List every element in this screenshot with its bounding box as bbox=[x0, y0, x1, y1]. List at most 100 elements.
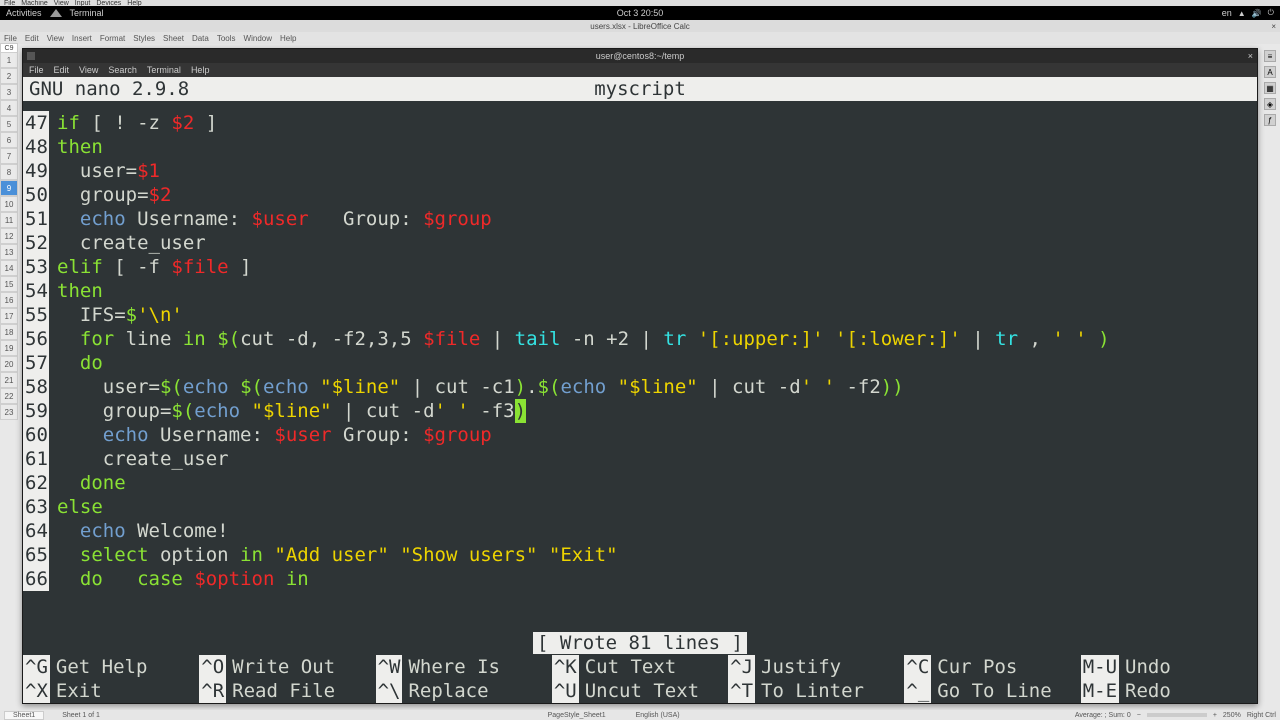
current-app-label[interactable]: Terminal bbox=[70, 8, 104, 18]
activities-button[interactable]: Activities bbox=[6, 8, 42, 18]
nano-help-item[interactable]: ^GGet Help bbox=[23, 655, 199, 679]
libreoffice-menu-bar[interactable]: File Edit View Insert Format Styles Sheet Data T… bbox=[0, 32, 1280, 44]
terminal-menu-item[interactable]: Edit bbox=[54, 65, 70, 75]
code-line[interactable]: 65 select option in "Add user" "Show use… bbox=[23, 543, 1257, 567]
sidebar-navigator-icon[interactable]: ◈ bbox=[1264, 98, 1276, 110]
nano-help-item[interactable]: ^KCut Text bbox=[552, 655, 728, 679]
code-line[interactable]: 51 echo Username: $user Group: $group bbox=[23, 207, 1257, 231]
network-icon[interactable]: ▲ bbox=[1238, 9, 1246, 18]
libreoffice-menu-item[interactable]: View bbox=[47, 34, 64, 43]
code-line[interactable]: 47if [ ! -z $2 ] bbox=[23, 111, 1257, 135]
row-header[interactable]: 9 bbox=[0, 180, 18, 196]
row-header[interactable]: 5 bbox=[0, 116, 18, 132]
libreoffice-menu-item[interactable]: Insert bbox=[72, 34, 92, 43]
sheet-tab[interactable]: Sheet1 bbox=[4, 711, 44, 720]
vm-menu-item[interactable]: Machine bbox=[21, 0, 47, 7]
nano-help-item[interactable]: ^WWhere Is bbox=[376, 655, 552, 679]
libreoffice-menu-item[interactable]: Sheet bbox=[163, 34, 184, 43]
row-header[interactable]: 15 bbox=[0, 276, 18, 292]
window-close-icon[interactable]: × bbox=[1271, 22, 1276, 31]
vm-menu-item[interactable]: File bbox=[4, 0, 15, 7]
clock-label[interactable]: Oct 3 20:50 bbox=[617, 8, 664, 18]
input-lang-indicator[interactable]: en bbox=[1222, 8, 1232, 18]
row-header[interactable]: 16 bbox=[0, 292, 18, 308]
sidebar-functions-icon[interactable]: ƒ bbox=[1264, 114, 1276, 126]
code-line[interactable]: 61 create_user bbox=[23, 447, 1257, 471]
code-line[interactable]: 59 group=$(echo "$line" | cut -d' ' -f3) bbox=[23, 399, 1257, 423]
libreoffice-menu-item[interactable]: Data bbox=[192, 34, 209, 43]
code-line[interactable]: 60 echo Username: $user Group: $group bbox=[23, 423, 1257, 447]
zoom-plus-icon[interactable]: + bbox=[1213, 712, 1217, 719]
row-header[interactable]: 6 bbox=[0, 132, 18, 148]
power-icon[interactable]: ⏻ bbox=[1268, 8, 1274, 18]
nano-help-item[interactable]: ^_Go To Line bbox=[904, 679, 1080, 703]
row-header[interactable]: 19 bbox=[0, 340, 18, 356]
vm-menu-item[interactable]: View bbox=[54, 0, 69, 7]
zoom-minus-icon[interactable]: − bbox=[1137, 712, 1141, 719]
code-line[interactable]: 63else bbox=[23, 495, 1257, 519]
row-header[interactable]: 2 bbox=[0, 68, 18, 84]
libreoffice-menu-item[interactable]: Help bbox=[280, 34, 296, 43]
code-line[interactable]: 48then bbox=[23, 135, 1257, 159]
terminal-close-icon[interactable]: × bbox=[1248, 51, 1253, 61]
libreoffice-menu-item[interactable]: File bbox=[4, 34, 17, 43]
terminal-menu-item[interactable]: Help bbox=[191, 65, 210, 75]
row-header[interactable]: 13 bbox=[0, 244, 18, 260]
zoom-level-label[interactable]: 250% bbox=[1223, 712, 1241, 719]
code-line[interactable]: 57 do bbox=[23, 351, 1257, 375]
nano-help-item[interactable]: M-ERedo bbox=[1081, 679, 1257, 703]
row-header[interactable]: 23 bbox=[0, 404, 18, 420]
nano-help-item[interactable]: ^UUncut Text bbox=[552, 679, 728, 703]
vm-menu-item[interactable]: Input bbox=[75, 0, 91, 7]
nano-help-item[interactable]: ^JJustify bbox=[728, 655, 904, 679]
terminal-menu-item[interactable]: Terminal bbox=[147, 65, 181, 75]
code-line[interactable]: 50 group=$2 bbox=[23, 183, 1257, 207]
row-header[interactable]: 18 bbox=[0, 324, 18, 340]
code-line[interactable]: 58 user=$(echo $(echo "$line" | cut -c1)… bbox=[23, 375, 1257, 399]
row-header[interactable]: 21 bbox=[0, 372, 18, 388]
nano-help-item[interactable]: M-UUndo bbox=[1081, 655, 1257, 679]
libreoffice-menu-item[interactable]: Tools bbox=[217, 34, 236, 43]
code-line[interactable]: 56 for line in $(cut -d, -f2,3,5 $file |… bbox=[23, 327, 1257, 351]
code-line[interactable]: 49 user=$1 bbox=[23, 159, 1257, 183]
row-header[interactable]: 1 bbox=[0, 52, 18, 68]
code-line[interactable]: 55 IFS=$'\n' bbox=[23, 303, 1257, 327]
code-line[interactable]: 52 create_user bbox=[23, 231, 1257, 255]
nano-help-item[interactable]: ^TTo Linter bbox=[728, 679, 904, 703]
vm-menu-item[interactable]: Help bbox=[127, 0, 141, 7]
libreoffice-menu-item[interactable]: Styles bbox=[133, 34, 155, 43]
nano-help-item[interactable]: ^CCur Pos bbox=[904, 655, 1080, 679]
volume-icon[interactable]: 🔊 bbox=[1252, 9, 1262, 18]
libreoffice-menu-item[interactable]: Window bbox=[244, 34, 272, 43]
libreoffice-menu-item[interactable]: Format bbox=[100, 34, 125, 43]
row-header[interactable]: 8 bbox=[0, 164, 18, 180]
row-header[interactable]: 20 bbox=[0, 356, 18, 372]
terminal-title-bar[interactable]: user@centos8:~/temp × bbox=[23, 49, 1257, 63]
nano-help-item[interactable]: ^OWrite Out bbox=[199, 655, 375, 679]
nano-help-item[interactable]: ^\Replace bbox=[376, 679, 552, 703]
row-header[interactable]: 22 bbox=[0, 388, 18, 404]
sidebar-properties-icon[interactable]: ≡ bbox=[1264, 50, 1276, 62]
terminal-menu-bar[interactable]: FileEditViewSearchTerminalHelp bbox=[23, 63, 1257, 77]
row-header[interactable]: 3 bbox=[0, 84, 18, 100]
code-line[interactable]: 62 done bbox=[23, 471, 1257, 495]
row-header[interactable]: 11 bbox=[0, 212, 18, 228]
nano-text-area[interactable]: 47if [ ! -z $2 ]48then49 user=$150 group… bbox=[23, 101, 1257, 631]
zoom-slider[interactable] bbox=[1147, 713, 1207, 717]
nano-help-item[interactable]: ^RRead File bbox=[199, 679, 375, 703]
vm-menu-item[interactable]: Devices bbox=[96, 0, 121, 7]
row-header[interactable]: 10 bbox=[0, 196, 18, 212]
row-header[interactable]: 4 bbox=[0, 100, 18, 116]
terminal-menu-item[interactable]: Search bbox=[108, 65, 137, 75]
row-header[interactable]: 12 bbox=[0, 228, 18, 244]
code-line[interactable]: 53elif [ -f $file ] bbox=[23, 255, 1257, 279]
code-line[interactable]: 64 echo Welcome! bbox=[23, 519, 1257, 543]
sidebar-styles-icon[interactable]: A bbox=[1264, 66, 1276, 78]
row-header[interactable]: 14 bbox=[0, 260, 18, 276]
code-line[interactable]: 54then bbox=[23, 279, 1257, 303]
libreoffice-menu-item[interactable]: Edit bbox=[25, 34, 39, 43]
code-line[interactable]: 66 do case $option in bbox=[23, 567, 1257, 591]
row-header[interactable]: 7 bbox=[0, 148, 18, 164]
nano-help-item[interactable]: ^XExit bbox=[23, 679, 199, 703]
terminal-menu-item[interactable]: View bbox=[79, 65, 98, 75]
